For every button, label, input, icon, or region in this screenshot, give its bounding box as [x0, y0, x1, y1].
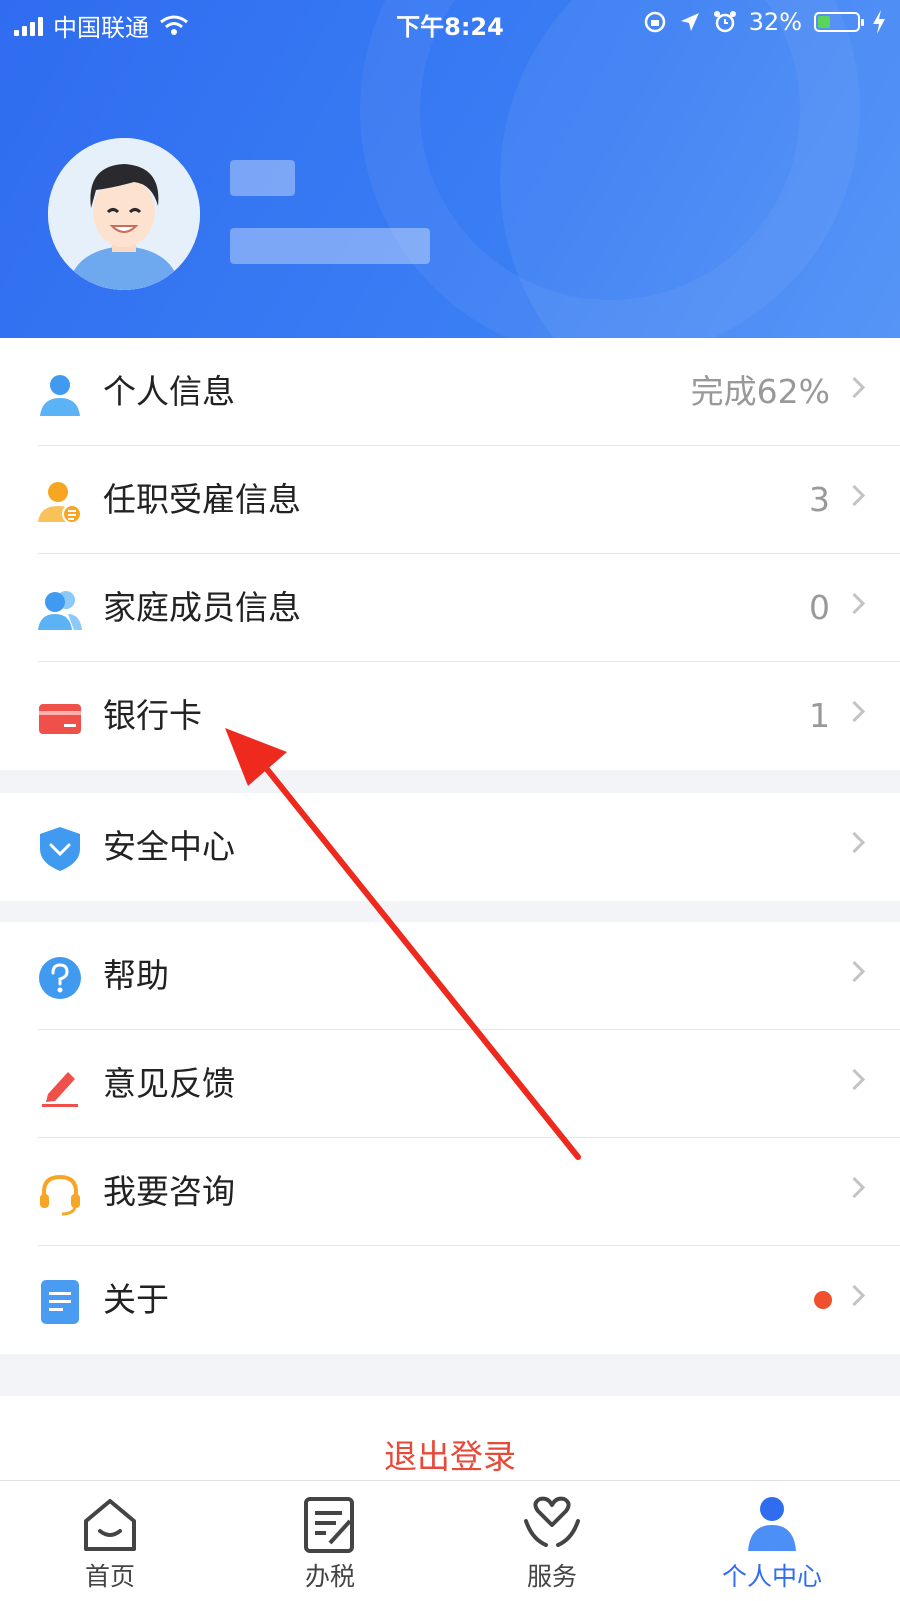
shield-icon [38, 827, 82, 871]
chevron-right-icon [843, 831, 866, 854]
chevron-right-icon [843, 376, 866, 399]
chevron-right-icon [843, 1176, 866, 1199]
menu-item-label: 任职受雇信息 [103, 480, 301, 519]
menu-item-shield[interactable]: 安全中心 [0, 793, 900, 901]
menu-item-family[interactable]: 家庭成员信息 0 [0, 554, 900, 662]
menu-item-value: 3 [809, 480, 830, 519]
headset-icon [38, 1172, 82, 1216]
menu-item-document[interactable]: 关于 [0, 1246, 900, 1354]
menu-item-employment[interactable]: 任职受雇信息 3 [0, 446, 900, 554]
tab-label: 个人中心 [721, 1562, 822, 1591]
menu-item-label: 我要咨询 [103, 1172, 235, 1211]
header-decoration-ring [360, 0, 860, 338]
document-icon [38, 1280, 82, 1324]
menu-item-value: 1 [809, 696, 830, 735]
person-icon [38, 372, 82, 416]
battery-icon [814, 12, 864, 32]
tab-heart-hands[interactable]: 服务 [492, 1481, 612, 1601]
menu-item-value: 0 [809, 588, 830, 627]
avatar-illustration-icon [48, 138, 200, 290]
charging-bolt-icon [873, 10, 885, 34]
menu-item-feedback-pen[interactable]: 意见反馈 [0, 1030, 900, 1138]
bottom-tab-bar: 首页 办税 服务 个人中心 [0, 1480, 900, 1601]
profile-header: 中国联通 下午8:24 32% [0, 0, 900, 338]
menu-item-headset[interactable]: 我要咨询 [0, 1138, 900, 1246]
tab-tax-form[interactable]: 办税 [270, 1481, 390, 1601]
chevron-right-icon [843, 700, 866, 723]
menu-item-label: 个人信息 [103, 372, 235, 411]
menu-item-label: 银行卡 [103, 696, 202, 735]
logout-label: 退出登录 [384, 1437, 516, 1476]
tab-label: 办税 [304, 1562, 355, 1591]
chevron-right-icon [843, 484, 866, 507]
tab-label: 首页 [84, 1562, 135, 1591]
menu-item-person[interactable]: 个人信息 完成62% [0, 338, 900, 446]
chevron-right-icon [843, 960, 866, 983]
tab-user-center[interactable]: 个人中心 [712, 1481, 832, 1601]
menu-item-label: 安全中心 [103, 827, 235, 866]
avatar[interactable] [48, 138, 200, 290]
logout-button[interactable]: 退出登录 [0, 1396, 900, 1480]
menu-item-label: 关于 [103, 1280, 169, 1319]
feedback-pen-icon [38, 1064, 82, 1108]
help-icon [38, 956, 82, 1000]
family-icon [38, 588, 82, 632]
chevron-right-icon [843, 1068, 866, 1091]
status-bar: 中国联通 下午8:24 32% [0, 0, 900, 46]
employment-icon [38, 480, 82, 524]
battery-percent: 32% [748, 8, 802, 36]
menu-item-label: 帮助 [103, 956, 169, 995]
menu-group-security: 安全中心 [0, 793, 900, 901]
tab-home[interactable]: 首页 [50, 1481, 170, 1601]
menu-item-label: 家庭成员信息 [103, 588, 301, 627]
alarm-icon [713, 11, 736, 33]
chevron-right-icon [843, 1284, 866, 1307]
rotation-lock-icon [644, 11, 665, 33]
tab-label: 服务 [526, 1562, 577, 1591]
menu-item-label: 意见反馈 [103, 1064, 235, 1103]
chevron-right-icon [843, 592, 866, 615]
menu-item-bank-card[interactable]: 银行卡 1 [0, 662, 900, 770]
bank-card-icon [38, 696, 82, 740]
blurred-username [230, 160, 295, 196]
menu-group-profile: 个人信息 完成62% 任职受雇信息 3 家庭成员信息 0 银行卡 1 [0, 338, 900, 770]
blurred-user-id [230, 228, 430, 264]
location-icon [680, 13, 699, 31]
menu-item-value: 完成62% [690, 372, 830, 411]
menu-group-support: 帮助意见反馈我要咨询关于 [0, 922, 900, 1354]
menu-item-help[interactable]: 帮助 [0, 922, 900, 1030]
new-badge-dot [814, 1291, 832, 1309]
